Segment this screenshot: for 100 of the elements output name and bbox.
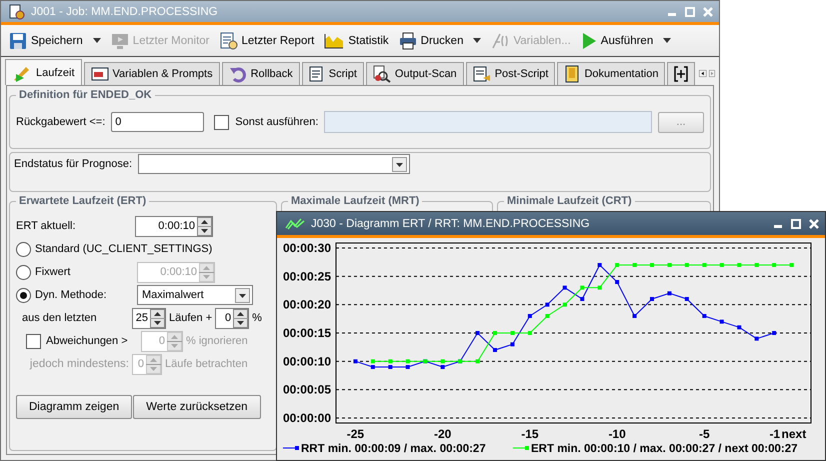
field-label: % ignorieren (186, 335, 248, 347)
data-point (790, 263, 794, 267)
data-point (615, 280, 620, 284)
checkbox[interactable] (26, 334, 41, 348)
radio-button[interactable] (16, 242, 31, 256)
data-point (772, 263, 776, 267)
group-title: Maximale Laufzeit (MRT) (290, 195, 420, 207)
variables-icon (90, 67, 109, 81)
tab[interactable]: Rollback (222, 62, 300, 85)
data-point (754, 263, 759, 267)
window-title: J030 - Diagramm ERT / RRT: MM.END.PROCESSING (311, 218, 591, 230)
data-point (353, 359, 358, 364)
spin-field[interactable]: 0:00:10 (135, 216, 213, 236)
data-point (720, 320, 724, 324)
axis-label: 00:00:30 (282, 241, 331, 255)
data-point (370, 365, 375, 369)
data-point (476, 331, 480, 335)
radio-label: Fixwert (35, 266, 72, 278)
tab[interactable]: Dokumentation (557, 62, 666, 85)
tab[interactable]: Variablen & Prompts (84, 62, 220, 85)
dropdown-field[interactable] (138, 154, 410, 174)
input-field[interactable]: 0 (111, 112, 204, 132)
axis-label: 00:00:25 (282, 269, 331, 284)
input-field[interactable] (324, 111, 652, 133)
data-point (528, 314, 532, 318)
spin-field[interactable]: 25 (132, 308, 166, 328)
data-point (545, 314, 550, 318)
data-point (702, 263, 706, 267)
tab[interactable]: Output-Scan (366, 62, 464, 85)
toolbar-button[interactable]: Drucken (398, 32, 464, 50)
window-title: J001 - Job: MM.END.PROCESSING (31, 6, 219, 18)
spin-arrows[interactable] (197, 216, 212, 236)
data-point (545, 302, 550, 307)
radio-button[interactable] (16, 264, 31, 280)
data-point (650, 263, 654, 267)
data-point (720, 263, 724, 267)
printer-icon (398, 32, 417, 50)
data-point (370, 359, 375, 364)
button[interactable]: Diagramm zeigen (16, 395, 132, 419)
magnifier-icon (372, 65, 391, 83)
toolbar-button[interactable]: Ausführen (580, 32, 654, 50)
legend-marker (282, 446, 300, 450)
data-point (632, 314, 637, 318)
button[interactable]: Werte zurücksetzen (133, 395, 261, 419)
data-point (493, 348, 497, 352)
variables-icon (491, 32, 510, 50)
add-tab-button[interactable] (667, 62, 696, 85)
radio-button[interactable] (16, 288, 31, 302)
document-icon (472, 66, 491, 82)
axis-label: -20 (434, 427, 452, 441)
field-label: % (252, 312, 262, 324)
data-point (650, 297, 654, 301)
field-label: ERT aktuell: (16, 220, 77, 232)
data-point (388, 365, 392, 369)
data-point (684, 297, 689, 301)
data-point (580, 286, 584, 290)
book-icon (564, 65, 580, 83)
spin-arrows[interactable] (150, 308, 165, 328)
tab[interactable]: Post-Script (466, 62, 556, 85)
data-point (615, 263, 620, 267)
toolbar-button[interactable]: Statistik (324, 32, 389, 48)
axis-label: next (782, 427, 806, 441)
data-point (510, 331, 514, 335)
undo-icon (228, 65, 247, 83)
data-point (476, 359, 480, 364)
data-point (598, 263, 602, 267)
axis-label: -25 (346, 427, 364, 441)
legend-label: ERT min. 00:00:10 / max. 00:00:27 / next 00:00:27 (531, 443, 798, 455)
checkbox[interactable] (214, 114, 230, 130)
axis-label: -10 (608, 427, 626, 441)
data-point (440, 365, 445, 369)
field-label: aus den letzten (21, 312, 98, 324)
radio-label: Standard (UC_CLIENT_SETTINGS) (35, 243, 212, 255)
radio-label: Dyn. Methode: (35, 289, 108, 301)
report-icon (220, 32, 238, 50)
floppy-icon (9, 32, 27, 50)
checkbox-label: Sonst ausführen: (235, 116, 318, 128)
axis-label: 00:00:20 (282, 298, 331, 312)
toolbar-button[interactable]: Speichern (9, 32, 83, 50)
data-point (493, 331, 497, 335)
axis-label: -15 (521, 427, 539, 441)
maximize-icon[interactable] (791, 218, 801, 228)
close-icon[interactable] (809, 218, 819, 228)
field-label: jedoch mindestens: (28, 358, 129, 370)
data-point (406, 365, 410, 369)
toolbar-button[interactable]: Letzter Report (220, 32, 314, 50)
axis-label: 00:00:10 (282, 354, 331, 368)
data-point (598, 286, 602, 290)
tab[interactable]: Script (302, 62, 364, 85)
group-title: Definition für ENDED_OK (18, 89, 153, 101)
data-point (772, 331, 776, 335)
spin-arrows[interactable] (233, 308, 248, 328)
data-point (580, 297, 584, 301)
checkbox-label: Abweichungen > (46, 335, 128, 347)
tab[interactable]: Laufzeit (5, 59, 82, 85)
dropdown-field[interactable]: Maximalwert (137, 285, 253, 305)
chart-icon (285, 218, 305, 230)
spin-field[interactable]: 0 (215, 308, 250, 328)
legend-marker (512, 446, 530, 450)
data-point (737, 325, 742, 330)
